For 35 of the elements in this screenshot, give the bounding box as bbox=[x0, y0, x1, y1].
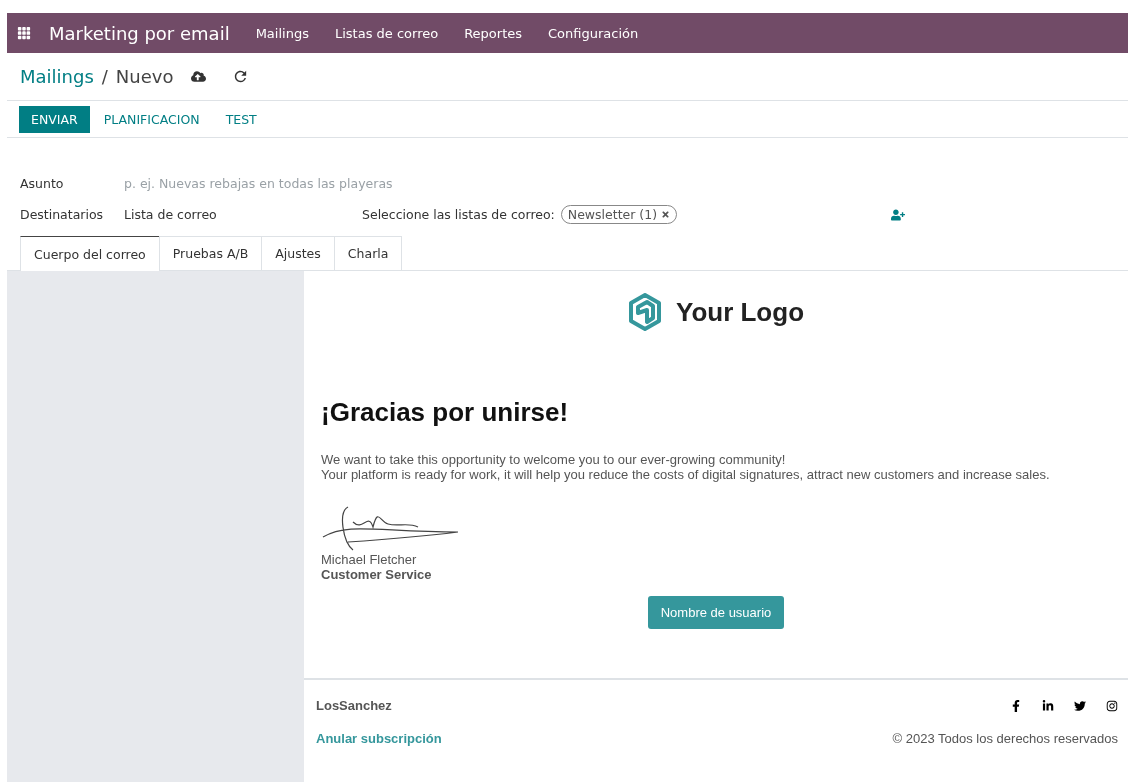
body-text: We want to take this opportunity to welcome you to our ever-growing community! bbox=[321, 452, 787, 467]
app-name[interactable]: Marketing por email bbox=[49, 22, 230, 44]
menu-item[interactable]: Mailings bbox=[255, 25, 309, 41]
menu-item[interactable]: Configuración bbox=[548, 25, 639, 41]
company-name: LosSanchez bbox=[316, 698, 392, 713]
copyright-text: © 2023 Todos los derechos reservados bbox=[892, 731, 1118, 746]
twitter-icon[interactable] bbox=[1074, 699, 1086, 712]
field-label: Seleccione las listas de correo: bbox=[362, 207, 555, 222]
body-text: Your platform is ready for work, it will help you reduce the costs of digital signatures, attract new customers and increase sales. bbox=[321, 467, 1051, 482]
breadcrumb-current: Nuevo bbox=[115, 66, 174, 87]
instagram-icon[interactable] bbox=[1106, 699, 1118, 712]
action-button[interactable]: TEST bbox=[213, 105, 269, 133]
remove-icon[interactable] bbox=[661, 210, 671, 219]
field-label: Asunto bbox=[20, 176, 65, 191]
recipients-value[interactable]: Lista de correo bbox=[124, 207, 362, 222]
linkedin-icon[interactable] bbox=[1042, 699, 1054, 712]
breadcrumb-separator: / bbox=[101, 66, 108, 87]
unsubscribe-link[interactable]: Anular subscripción bbox=[316, 731, 442, 746]
tab[interactable]: Cuerpo del correo bbox=[20, 236, 160, 271]
breadcrumb-link[interactable]: Mailings bbox=[20, 66, 94, 87]
logo-text: Your Logo bbox=[675, 296, 804, 328]
tab[interactable]: Charla bbox=[333, 236, 403, 270]
action-button[interactable]: ENVIAR bbox=[19, 105, 90, 133]
signer-role: Customer Service bbox=[321, 567, 433, 582]
field-label: Destinatarios bbox=[20, 207, 105, 222]
cloud-upload-icon[interactable] bbox=[191, 69, 207, 84]
hexagon-logo-icon bbox=[627, 293, 662, 331]
menu-item[interactable]: Listas de correo bbox=[334, 25, 439, 41]
facebook-icon[interactable] bbox=[1010, 699, 1022, 712]
add-user-icon[interactable] bbox=[891, 207, 905, 222]
signer-name: Michael Fletcher bbox=[321, 552, 418, 567]
apps-grid-icon[interactable] bbox=[17, 26, 31, 40]
email-heading: ¡Gracias por unirse! bbox=[321, 397, 570, 428]
action-button[interactable]: PLANIFICACION bbox=[91, 105, 212, 133]
menu-item[interactable]: Reportes bbox=[464, 25, 523, 41]
